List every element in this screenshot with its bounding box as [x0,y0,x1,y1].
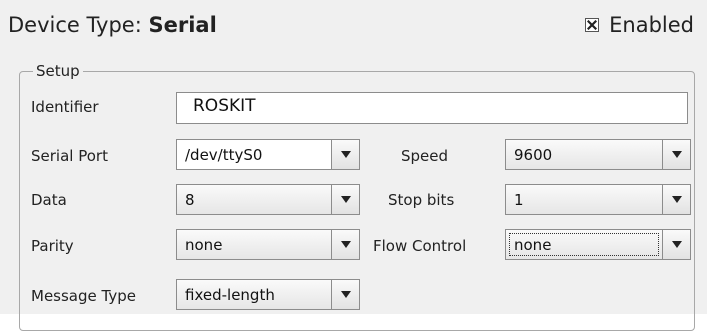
message-type-label: Message Type [31,287,136,305]
enabled-checkbox[interactable]: Enabled [585,13,694,37]
serial-port-dropdown-button[interactable] [331,140,359,169]
data-dropdown-button[interactable] [331,185,359,214]
parity-value: none [185,236,223,254]
identifier-field[interactable]: ROSKIT [176,92,688,124]
parity-label: Parity [31,237,74,255]
setup-group-title: Setup [33,62,83,80]
device-type-label: Device Type: [8,13,142,37]
serial-port-combo[interactable]: /dev/ttyS0 [176,139,360,170]
triangle-down-icon [672,196,682,203]
identifier-label: Identifier [31,98,99,116]
serial-port-value[interactable]: /dev/ttyS0 [177,140,331,169]
enabled-label: Enabled [609,13,694,37]
triangle-down-icon [341,291,351,298]
stop-bits-combo[interactable]: 1 [505,184,691,215]
device-type-heading: Device Type: Serial [8,13,217,37]
header-row: Device Type: Serial Enabled [0,0,707,58]
data-label: Data [31,191,67,209]
message-type-dropdown-button[interactable] [331,280,359,309]
stop-bits-label: Stop bits [388,191,455,209]
parity-dropdown-button[interactable] [331,230,359,259]
flow-control-label: Flow Control [373,237,467,255]
message-type-combo[interactable]: fixed-length [176,279,360,310]
device-config-panel: Device Type: Serial Enabled Setup Identi… [0,0,707,331]
x-mark-icon [587,20,598,30]
serial-port-label: Serial Port [31,147,108,165]
speed-combo[interactable]: 9600 [505,139,691,170]
flow-control-combo[interactable]: none [505,229,691,260]
data-value: 8 [185,191,195,209]
focus-ring [509,233,659,256]
triangle-down-icon [341,241,351,248]
stop-bits-dropdown-button[interactable] [662,185,690,214]
triangle-down-icon [672,151,682,158]
flow-control-dropdown-button[interactable] [662,230,690,259]
parity-combo[interactable]: none [176,229,360,260]
speed-value: 9600 [514,146,553,164]
data-combo[interactable]: 8 [176,184,360,215]
triangle-down-icon [341,196,351,203]
triangle-down-icon [672,241,682,248]
speed-label: Speed [401,147,449,165]
device-type-value: Serial [148,13,217,37]
triangle-down-icon [341,151,351,158]
message-type-value: fixed-length [185,286,275,304]
checkbox-checked-icon[interactable] [585,18,600,32]
stop-bits-value: 1 [514,191,524,209]
speed-dropdown-button[interactable] [662,140,690,169]
